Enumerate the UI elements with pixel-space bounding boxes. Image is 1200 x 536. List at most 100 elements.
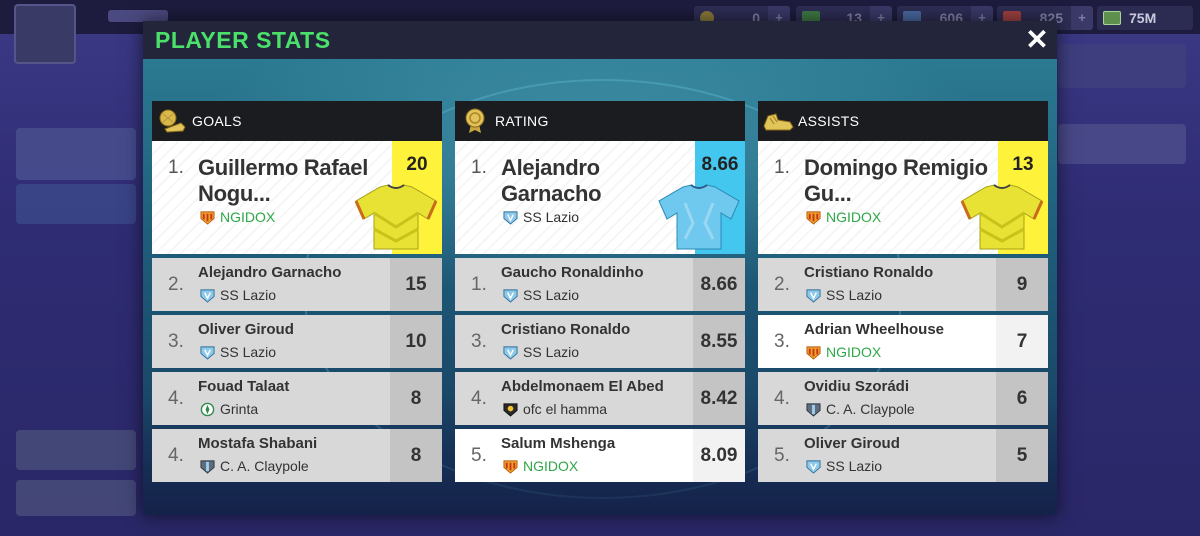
jersey-icon xyxy=(960,184,1044,250)
rank: 4. xyxy=(168,388,184,409)
background-panel xyxy=(1058,124,1186,164)
lazio-badge-icon xyxy=(806,459,821,474)
team: SS Lazio xyxy=(503,209,579,225)
stat-value: 8.66 xyxy=(700,274,738,295)
stat-value: 10 xyxy=(405,331,427,352)
team: SS Lazio xyxy=(200,344,276,360)
rating-row[interactable]: 5. Salum Mshenga NGIDOX 8.09 xyxy=(455,429,745,482)
goals-column: GOALS 1. Guillermo Rafael Nogu... NGIDOX… xyxy=(152,101,442,486)
rank: 1. xyxy=(774,157,790,178)
close-icon[interactable]: ✕ xyxy=(1025,24,1048,55)
assists-row[interactable]: 3. Adrian Wheelhouse NGIDOX 7 xyxy=(758,315,1048,368)
team: NGIDOX xyxy=(503,458,578,474)
golden-ball-boot-icon xyxy=(152,101,192,141)
assists-row[interactable]: 5. Oliver Giroud SS Lazio 5 xyxy=(758,429,1048,482)
ngidox-badge-icon xyxy=(503,459,518,474)
team: NGIDOX xyxy=(200,209,275,225)
player-name: Adrian Wheelhouse xyxy=(804,321,945,338)
rank: 4. xyxy=(168,445,184,466)
background-panel xyxy=(16,184,136,224)
ngidox-badge-icon xyxy=(806,210,821,225)
rank: 2. xyxy=(774,274,790,295)
ngidox-badge-icon xyxy=(200,210,215,225)
background-panel xyxy=(16,128,136,180)
rank: 1. xyxy=(471,274,487,295)
background-panel xyxy=(16,430,136,470)
stat-value: 8.09 xyxy=(700,445,738,466)
rank: 5. xyxy=(774,445,790,466)
rank: 2. xyxy=(168,274,184,295)
team: ofc el hamma xyxy=(503,401,607,417)
golden-boot-icon xyxy=(758,101,798,141)
assists-label: ASSISTS xyxy=(798,113,860,129)
player-name: Salum Mshenga xyxy=(501,435,616,452)
goals-row[interactable]: 4. Fouad Talaat Grinta 8 xyxy=(152,372,442,425)
player-name: Cristiano Ronaldo xyxy=(501,321,631,338)
rank: 3. xyxy=(471,331,487,352)
assists-row[interactable]: 4. Ovidiu Szorádi C. A. Claypole 6 xyxy=(758,372,1048,425)
goals-header: GOALS xyxy=(152,101,442,141)
player-name: Alejandro Garnacho xyxy=(198,264,342,281)
rating-label: RATING xyxy=(495,113,549,129)
jersey-icon xyxy=(658,184,740,250)
background-panel xyxy=(16,480,136,516)
stat-value: 7 xyxy=(1016,331,1028,352)
team: NGIDOX xyxy=(806,344,881,360)
goals-label: GOALS xyxy=(192,113,242,129)
team: SS Lazio xyxy=(806,287,882,303)
team: SS Lazio xyxy=(806,458,882,474)
rating-row[interactable]: 3. Cristiano Ronaldo SS Lazio 8.55 xyxy=(455,315,745,368)
goals-row[interactable]: 2. Alejandro Garnacho SS Lazio 15 xyxy=(152,258,442,311)
rank: 4. xyxy=(774,388,790,409)
club-avatar xyxy=(14,4,76,64)
stat-value: 6 xyxy=(1016,388,1028,409)
gold-medal-icon xyxy=(455,101,495,141)
stat-value: 8.55 xyxy=(700,331,738,352)
team: C. A. Claypole xyxy=(806,401,915,417)
lazio-badge-icon xyxy=(200,345,215,360)
stat-value: 8.42 xyxy=(700,388,738,409)
goals-leader-card[interactable]: 1. Guillermo Rafael Nogu... NGIDOX 20 xyxy=(152,141,442,254)
hamma-badge-icon xyxy=(503,402,518,417)
close-button[interactable]: ✕ xyxy=(1017,21,1057,59)
rating-leader-card[interactable]: 1. Alejandro Garnacho SS Lazio 8.66 xyxy=(455,141,745,254)
rank: 1. xyxy=(471,157,487,178)
rank: 3. xyxy=(168,331,184,352)
ngidox-badge-icon xyxy=(806,345,821,360)
player-name: Abdelmonaem El Abed xyxy=(501,378,664,395)
stat-value: 13 xyxy=(1012,154,1034,175)
add-gems-button[interactable]: + xyxy=(1071,6,1093,30)
rating-row[interactable]: 1. Gaucho Ronaldinho SS Lazio 8.66 xyxy=(455,258,745,311)
stat-value: 9 xyxy=(1016,274,1028,295)
player-name: Oliver Giroud xyxy=(804,435,900,452)
assists-header: ASSISTS xyxy=(758,101,1048,141)
stat-value: 8 xyxy=(410,388,422,409)
assists-row[interactable]: 2. Cristiano Ronaldo SS Lazio 9 xyxy=(758,258,1048,311)
modal-title: PLAYER STATS xyxy=(155,27,331,53)
rank: 5. xyxy=(471,445,487,466)
rating-column: RATING 1. Alejandro Garnacho SS Lazio 8.… xyxy=(455,101,745,486)
assists-leader-card[interactable]: 1. Domingo Remigio Gu... NGIDOX 13 xyxy=(758,141,1048,254)
lazio-badge-icon xyxy=(503,288,518,303)
modal-header: PLAYER STATS ✕ xyxy=(143,21,1057,59)
resource-money[interactable]: 75M xyxy=(1097,6,1193,30)
team: Grinta xyxy=(200,401,258,417)
rank: 4. xyxy=(471,388,487,409)
rating-row[interactable]: 4. Abdelmonaem El Abed ofc el hamma 8.42 xyxy=(455,372,745,425)
team: SS Lazio xyxy=(200,287,276,303)
lazio-badge-icon xyxy=(503,210,518,225)
goals-row[interactable]: 4. Mostafa Shabani C. A. Claypole 8 xyxy=(152,429,442,482)
player-stats-modal: PLAYER STATS ✕ GOALS 1. Guillermo Rafael… xyxy=(143,21,1057,515)
stat-value: 20 xyxy=(406,154,428,175)
team: NGIDOX xyxy=(806,209,881,225)
player-name: Gaucho Ronaldinho xyxy=(501,264,644,281)
grinta-badge-icon xyxy=(200,402,215,416)
goals-row[interactable]: 3. Oliver Giroud SS Lazio 10 xyxy=(152,315,442,368)
team: C. A. Claypole xyxy=(200,458,309,474)
rating-header: RATING xyxy=(455,101,745,141)
claypole-badge-icon xyxy=(806,402,821,417)
player-name: Mostafa Shabani xyxy=(198,435,318,452)
background-panel xyxy=(1058,44,1186,88)
player-name: Cristiano Ronaldo xyxy=(804,264,934,281)
money-icon xyxy=(1103,11,1121,25)
